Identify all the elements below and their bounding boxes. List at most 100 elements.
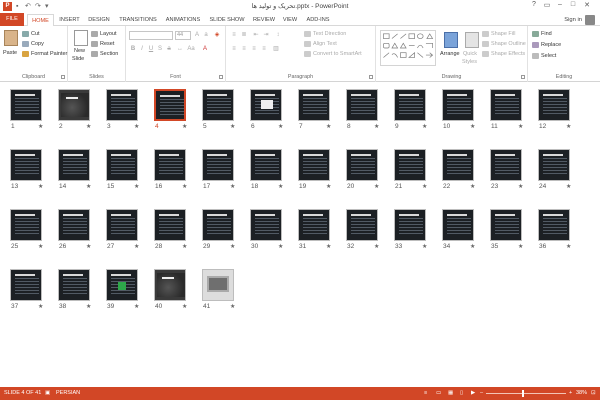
reset-button[interactable]: Reset (91, 40, 114, 49)
transition-star-icon[interactable]: ★ (230, 123, 235, 130)
cut-button[interactable]: Cut (22, 30, 40, 39)
transition-star-icon[interactable]: ★ (518, 243, 523, 250)
close-icon[interactable]: ✕ (581, 1, 593, 9)
shape-outline-button[interactable]: Shape Outline (482, 40, 526, 49)
layout-button[interactable]: Layout (91, 30, 117, 39)
drawing-launcher-icon[interactable] (521, 75, 525, 79)
transition-star-icon[interactable]: ★ (182, 123, 187, 130)
transition-star-icon[interactable]: ★ (566, 183, 571, 190)
avatar[interactable] (585, 15, 595, 25)
transition-star-icon[interactable]: ★ (38, 303, 43, 310)
slide-thumbnail[interactable] (58, 89, 90, 121)
char-spacing-icon[interactable]: ↔ (176, 45, 184, 53)
transition-star-icon[interactable]: ★ (86, 123, 91, 130)
tab-design[interactable]: DESIGN (85, 14, 113, 26)
slide-thumbnail[interactable] (202, 89, 234, 121)
format-painter-button[interactable]: Format Painter (22, 50, 67, 59)
align-center-icon[interactable]: ≡ (240, 45, 248, 53)
slide-thumbnail[interactable] (250, 89, 282, 121)
transition-star-icon[interactable]: ★ (134, 243, 139, 250)
slide-thumbnail[interactable] (346, 89, 378, 121)
transition-star-icon[interactable]: ★ (182, 183, 187, 190)
transition-star-icon[interactable]: ★ (278, 123, 283, 130)
fit-slide-icon[interactable]: ⊡ (591, 389, 596, 398)
italic-icon[interactable]: I (138, 45, 146, 53)
slide-thumbnail[interactable] (538, 209, 570, 241)
transition-star-icon[interactable]: ★ (326, 183, 331, 190)
font-size-input[interactable]: 44 (175, 31, 191, 40)
shape-fill-button[interactable]: Shape Fill (482, 30, 515, 39)
underline-icon[interactable]: U (147, 45, 155, 53)
convert-smartart-button[interactable]: Convert to SmartArt (304, 50, 362, 59)
transition-star-icon[interactable]: ★ (374, 183, 379, 190)
align-left-icon[interactable]: ≡ (230, 45, 238, 53)
transition-star-icon[interactable]: ★ (566, 123, 571, 130)
notes-icon[interactable]: ≡ (424, 389, 427, 398)
increase-indent-icon[interactable]: ⇥ (262, 31, 270, 39)
shrink-font-icon[interactable]: a (202, 31, 210, 39)
tab-review[interactable]: REVIEW (251, 14, 277, 26)
font-launcher-icon[interactable] (219, 75, 223, 79)
tab-animations[interactable]: ANIMATIONS (163, 14, 203, 26)
shapes-gallery[interactable] (380, 30, 436, 66)
transition-star-icon[interactable]: ★ (134, 303, 139, 310)
slide-thumbnail[interactable] (154, 89, 186, 121)
transition-star-icon[interactable]: ★ (230, 183, 235, 190)
transition-star-icon[interactable]: ★ (86, 243, 91, 250)
maximize-icon[interactable]: □ (567, 1, 579, 8)
paragraph-launcher-icon[interactable] (369, 75, 373, 79)
slide-thumbnail[interactable] (442, 89, 474, 121)
tab-transitions[interactable]: TRANSITIONS (116, 14, 160, 26)
normal-view-icon[interactable]: ▭ (436, 389, 441, 398)
tab-file[interactable]: FILE (0, 13, 24, 26)
tab-add-ins[interactable]: ADD-INS (303, 14, 333, 26)
slide-thumbnail[interactable] (202, 269, 234, 301)
slide-thumbnail[interactable] (490, 149, 522, 181)
line-spacing-icon[interactable]: ↕ (274, 31, 282, 39)
slide-thumbnail[interactable] (58, 209, 90, 241)
replace-button[interactable]: Replace (532, 41, 561, 50)
transition-star-icon[interactable]: ★ (134, 123, 139, 130)
font-color-icon[interactable]: A (201, 45, 209, 53)
transition-star-icon[interactable]: ★ (38, 243, 43, 250)
clipboard-launcher-icon[interactable] (61, 75, 65, 79)
strikethrough-icon[interactable]: a (165, 45, 173, 53)
slide-thumbnail[interactable] (10, 269, 42, 301)
shape-effects-button[interactable]: Shape Effects (482, 50, 525, 59)
transition-star-icon[interactable]: ★ (38, 123, 43, 130)
transition-star-icon[interactable]: ★ (518, 123, 523, 130)
sign-in-link[interactable]: Sign in (564, 14, 582, 26)
slide-thumbnail[interactable] (298, 209, 330, 241)
find-button[interactable]: Find (532, 30, 552, 39)
section-button[interactable]: Section (91, 50, 118, 59)
transition-star-icon[interactable]: ★ (422, 183, 427, 190)
zoom-slider[interactable] (486, 393, 566, 394)
tab-view[interactable]: VIEW (280, 14, 300, 26)
slide-thumbnail[interactable] (490, 209, 522, 241)
transition-star-icon[interactable]: ★ (374, 123, 379, 130)
arrange-button[interactable]: Arrange (440, 50, 460, 59)
slide-thumbnail[interactable] (10, 149, 42, 181)
reading-view-icon[interactable]: ▯ (460, 389, 463, 398)
ribbon-display-icon[interactable]: ▭ (541, 1, 553, 9)
change-case-icon[interactable]: Aa (187, 45, 195, 53)
slide-thumbnail[interactable] (58, 269, 90, 301)
transition-star-icon[interactable]: ★ (134, 183, 139, 190)
transition-star-icon[interactable]: ★ (518, 183, 523, 190)
clear-formatting-icon[interactable]: ◈ (213, 31, 221, 39)
slide-thumbnail[interactable] (250, 149, 282, 181)
columns-icon[interactable]: ▥ (272, 45, 280, 53)
slide-thumbnail[interactable] (10, 89, 42, 121)
transition-star-icon[interactable]: ★ (182, 303, 187, 310)
tab-insert[interactable]: INSERT (57, 14, 82, 26)
bold-icon[interactable]: B (129, 45, 137, 53)
transition-star-icon[interactable]: ★ (422, 123, 427, 130)
transition-star-icon[interactable]: ★ (182, 243, 187, 250)
slide-thumbnail[interactable] (394, 209, 426, 241)
shadow-icon[interactable]: S (156, 45, 164, 53)
transition-star-icon[interactable]: ★ (278, 243, 283, 250)
transition-star-icon[interactable]: ★ (566, 243, 571, 250)
slide-thumbnail[interactable] (154, 149, 186, 181)
slide-thumbnail[interactable] (106, 209, 138, 241)
align-text-button[interactable]: Align Text (304, 40, 337, 49)
